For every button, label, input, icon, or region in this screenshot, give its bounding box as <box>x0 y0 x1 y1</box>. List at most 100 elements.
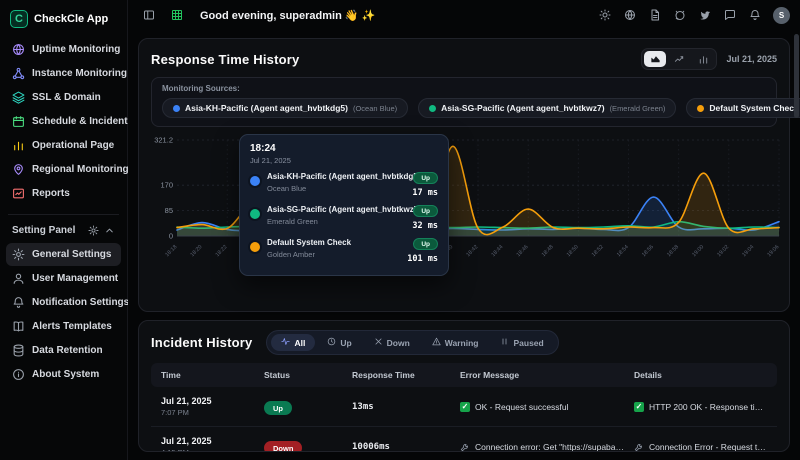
check-icon: ✓ <box>634 402 644 412</box>
tooltip-date: Jul 21, 2025 <box>250 156 438 165</box>
sidebar-item-data-retention[interactable]: Data Retention <box>6 339 121 362</box>
source-chip-asia-kh-pacific-agent-agent-hvbtkdg5[interactable]: Asia-KH-Pacific (Agent agent_hvbtkdg5) (… <box>162 98 408 118</box>
date-selector[interactable]: Jul 21, 2025 <box>726 54 777 64</box>
filter-all[interactable]: All <box>271 334 315 351</box>
wrench-icon <box>460 442 470 452</box>
source-chip-default-system-check[interactable]: Default System Check (Golden Amber) <box>686 98 800 118</box>
app-name: CheckCle App <box>34 13 108 25</box>
tooltip-time: 18:24 <box>250 143 438 154</box>
user-icon <box>12 272 25 285</box>
chart-tooltip: 18:24 Jul 21, 2025 Asia-KH-Pacific (Agen… <box>239 134 449 276</box>
filter-paused[interactable]: Paused <box>490 334 553 351</box>
filter-warning[interactable]: Warning <box>422 334 489 351</box>
bell-icon <box>12 296 25 309</box>
monitoring-sources-box: Monitoring Sources: Asia-KH-Pacific (Age… <box>151 77 777 127</box>
wrench-icon <box>634 442 644 452</box>
filter-label: Paused <box>513 338 543 348</box>
status-badge: Up <box>413 238 438 250</box>
notifications-icon[interactable] <box>744 4 766 26</box>
settings-panel-header[interactable]: Setting Panel <box>6 223 121 243</box>
scrollbar-thumb[interactable] <box>794 34 799 118</box>
twitter-icon[interactable] <box>694 4 716 26</box>
filter-down[interactable]: Down <box>364 334 420 351</box>
svg-text:18:58: 18:58 <box>666 244 680 258</box>
content-area: Response Time History Jul 21, 2025 Monit… <box>128 30 800 460</box>
sidebar-item-schedule-incident[interactable]: Schedule & Incident <box>6 110 121 133</box>
sidebar: C CheckCle App Uptime Monitoring Instanc… <box>0 0 128 460</box>
incident-error-message: ✓OK - Request successful <box>460 402 626 412</box>
svg-text:18:42: 18:42 <box>465 244 479 258</box>
filter-label: Up <box>340 338 351 348</box>
incident-time: Jul 21, 20257:07 PM <box>161 396 256 417</box>
layers-icon <box>12 91 25 104</box>
sidebar-item-label: Uptime Monitoring <box>32 44 120 55</box>
sidebar-item-reports[interactable]: Reports <box>6 182 121 205</box>
avatar[interactable]: S <box>773 7 790 24</box>
monitoring-sources-label: Monitoring Sources: <box>162 84 766 93</box>
svg-text:18:18: 18:18 <box>164 244 178 258</box>
feedback-icon[interactable] <box>719 4 741 26</box>
main-column: Good evening, superadmin 👋 ✨ S Response … <box>128 0 800 460</box>
database-icon <box>12 344 25 357</box>
incident-details: Connection Error - Request timeout | Res… <box>634 442 767 452</box>
activity-icon <box>281 337 290 348</box>
sidebar-item-regional-monitoring[interactable]: Regional Monitoring <box>6 158 121 181</box>
source-chip-asia-sg-pacific-agent-agent-hvbtkwz7[interactable]: Asia-SG-Pacific (Agent agent_hvbtkwz7) (… <box>418 98 676 118</box>
area-chart-toggle-button[interactable] <box>644 51 666 67</box>
sidebar-item-alerts-templates[interactable]: Alerts Templates <box>6 315 121 338</box>
filter-up[interactable]: Up <box>317 334 361 351</box>
tooltip-row: Asia-SG-Pacific (Agent agent_hvbtkwz7) E… <box>250 205 438 231</box>
incident-row[interactable]: Jul 21, 20257:07 PM Up 13ms ✓OK - Reques… <box>151 387 777 427</box>
theme-icon[interactable] <box>594 4 616 26</box>
tooltip-series-name: Default System Check <box>267 238 400 247</box>
sidebar-toggle-icon[interactable] <box>138 4 160 26</box>
tooltip-series-color-label: Golden Amber <box>267 250 400 259</box>
tooltip-value: 32 ms <box>412 221 438 231</box>
sidebar-item-label: Data Retention <box>32 345 103 356</box>
svg-text:321.2: 321.2 <box>154 136 173 145</box>
apps-grid-icon[interactable] <box>166 4 188 26</box>
sidebar-item-user-management[interactable]: User Management <box>6 267 121 290</box>
sidebar-item-about-system[interactable]: About System <box>6 363 121 386</box>
incident-row[interactable]: Jul 21, 20254:15 PM Down 10006ms Connect… <box>151 427 777 452</box>
language-icon[interactable] <box>619 4 641 26</box>
sidebar-item-label: Schedule & Incident <box>32 116 128 127</box>
sidebar-item-label: Notification Settings <box>32 297 129 308</box>
sidebar-item-label: User Management <box>32 273 118 284</box>
filter-label: Warning <box>445 338 479 348</box>
github-icon[interactable] <box>669 4 691 26</box>
settings-panel-label: Setting Panel <box>12 225 83 236</box>
svg-text:19:00: 19:00 <box>691 244 705 258</box>
monitoring-sources-chips: Asia-KH-Pacific (Agent agent_hvbtkdg5) (… <box>162 98 766 118</box>
column-header-response-time: Response Time <box>352 370 452 380</box>
sidebar-item-uptime-monitoring[interactable]: Uptime Monitoring <box>6 38 121 61</box>
svg-text:0: 0 <box>169 232 173 241</box>
sidebar-item-operational-page[interactable]: Operational Page <box>6 134 121 157</box>
docs-icon[interactable] <box>644 4 666 26</box>
source-color-tag: (Emerald Green) <box>610 104 666 113</box>
scrollbar-track[interactable] <box>794 34 799 454</box>
filter-label: Down <box>387 338 410 348</box>
column-header-status: Status <box>264 370 344 380</box>
incident-filters: All Up Down Warning Paused <box>266 330 558 355</box>
sidebar-settings-nav: General Settings User Management Notific… <box>6 243 121 387</box>
tooltip-series-color-label: Emerald Green <box>267 217 405 226</box>
globe-icon <box>12 43 25 56</box>
tooltip-row: Asia-KH-Pacific (Agent agent_hvbtkdg5) O… <box>250 172 438 198</box>
sidebar-item-notification-settings[interactable]: Notification Settings <box>6 291 121 314</box>
sidebar-item-ssl-domain[interactable]: SSL & Domain <box>6 86 121 109</box>
topbar: Good evening, superadmin 👋 ✨ S <box>128 0 800 30</box>
svg-text:18:20: 18:20 <box>190 244 204 258</box>
sidebar-item-general-settings[interactable]: General Settings <box>6 243 121 266</box>
x-icon <box>374 337 383 348</box>
book-icon <box>12 320 25 333</box>
pause-icon <box>500 337 509 348</box>
sidebar-item-label: Instance Monitoring <box>32 68 127 79</box>
sidebar-nav: Uptime Monitoring Instance Monitoring SS… <box>6 38 121 206</box>
sidebar-item-instance-monitoring[interactable]: Instance Monitoring <box>6 62 121 85</box>
topbar-actions: S <box>594 4 790 26</box>
bar-chart-toggle-button[interactable] <box>692 51 714 67</box>
line-chart-toggle-button[interactable] <box>668 51 690 67</box>
svg-text:18:50: 18:50 <box>566 244 580 258</box>
tooltip-series-name: Asia-KH-Pacific (Agent agent_hvbtkdg5) <box>267 172 405 181</box>
